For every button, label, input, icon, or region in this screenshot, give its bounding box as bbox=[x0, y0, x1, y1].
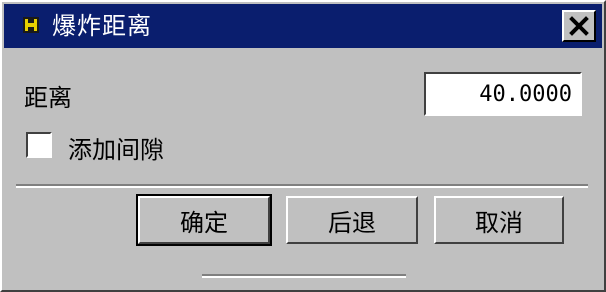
window-title: 爆炸距离 bbox=[52, 12, 152, 40]
ok-button[interactable]: 确定 bbox=[136, 194, 272, 246]
resize-grip[interactable] bbox=[202, 274, 406, 278]
add-gap-checkbox[interactable] bbox=[26, 132, 52, 158]
window-app-icon bbox=[23, 17, 39, 33]
add-gap-label[interactable]: 添加间隙 bbox=[68, 130, 164, 165]
back-button[interactable]: 后退 bbox=[286, 196, 418, 244]
close-button[interactable] bbox=[562, 10, 596, 42]
title-bar[interactable]: 爆炸距离 bbox=[4, 4, 602, 48]
distance-label: 距离 bbox=[24, 84, 72, 112]
close-x-icon bbox=[569, 16, 589, 36]
distance-input[interactable] bbox=[424, 72, 582, 116]
explode-distance-dialog: 爆炸距离 距离 添加间隙 确定 后退 取消 bbox=[0, 0, 606, 292]
separator bbox=[16, 184, 588, 188]
cancel-button[interactable]: 取消 bbox=[434, 196, 564, 244]
